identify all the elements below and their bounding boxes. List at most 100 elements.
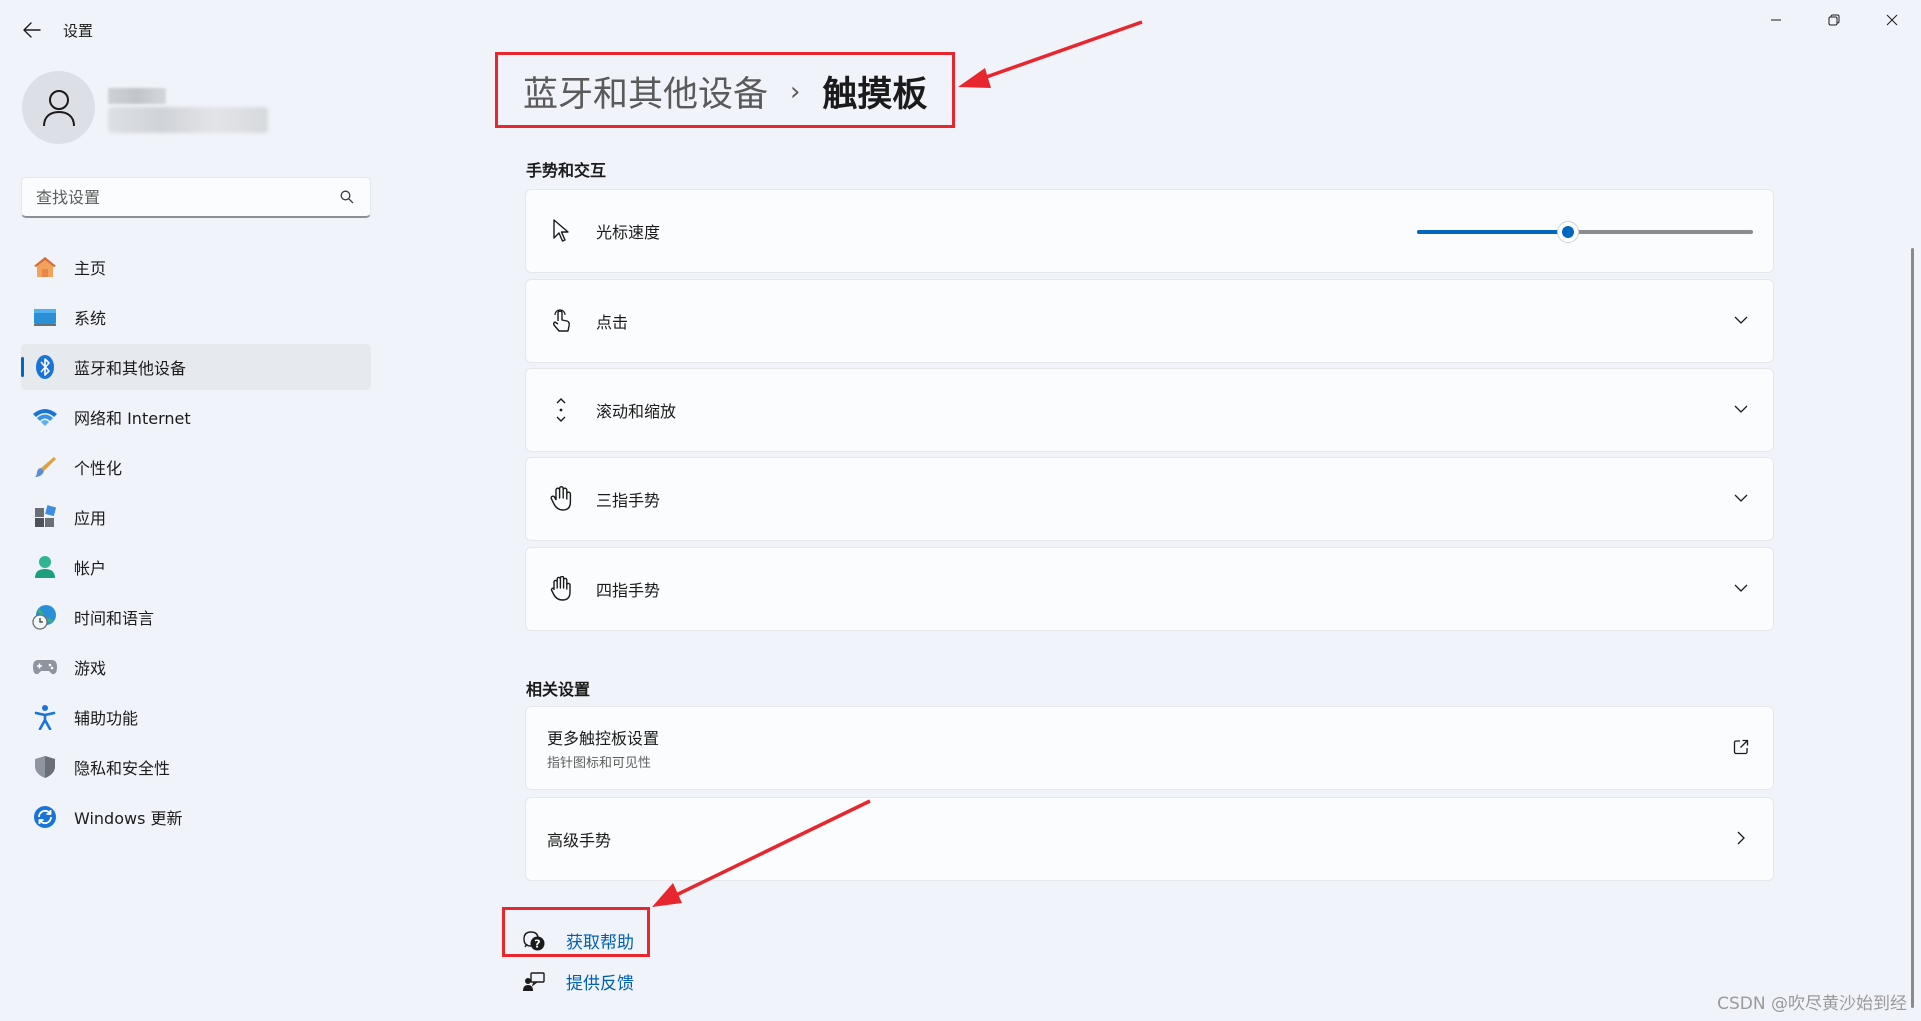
brush-icon bbox=[32, 454, 58, 480]
account-icon bbox=[32, 554, 58, 580]
chevron-right-icon bbox=[1731, 828, 1751, 848]
more-touchpad-settings-row[interactable]: 更多触控板设置 指针图标和可见性 bbox=[525, 706, 1774, 790]
four-finger-row[interactable]: 四指手势 bbox=[525, 547, 1774, 631]
three-finger-label: 三指手势 bbox=[596, 491, 661, 510]
help-links: ? 获取帮助 提供反馈 bbox=[522, 920, 634, 1002]
scroll-icon bbox=[548, 397, 574, 423]
sidebar-item-accessibility[interactable]: 辅助功能 bbox=[21, 694, 371, 740]
breadcrumb: 蓝牙和其他设备 › 触摸板 bbox=[523, 66, 927, 117]
sidebar-item-apps[interactable]: 应用 bbox=[21, 494, 371, 540]
section-title-related: 相关设置 bbox=[526, 680, 591, 699]
sidebar-item-system[interactable]: 系统 bbox=[21, 294, 371, 340]
sidebar-item-label: 蓝牙和其他设备 bbox=[74, 359, 187, 378]
breadcrumb-parent[interactable]: 蓝牙和其他设备 bbox=[523, 66, 768, 117]
page-title: 触摸板 bbox=[822, 75, 928, 115]
cursor-speed-slider[interactable] bbox=[1417, 221, 1753, 243]
sidebar-item-label: 网络和 Internet bbox=[74, 409, 191, 428]
svg-text:?: ? bbox=[534, 937, 540, 950]
search-icon[interactable] bbox=[338, 188, 356, 206]
breadcrumb-separator: › bbox=[790, 76, 801, 107]
sidebar-item-personalization[interactable]: 个性化 bbox=[21, 444, 371, 490]
accessibility-icon bbox=[32, 704, 58, 730]
advanced-gestures-row[interactable]: 高级手势 bbox=[525, 797, 1774, 881]
tap-label: 点击 bbox=[596, 313, 629, 332]
settings-window: 设置 主页 bbox=[0, 0, 1921, 1021]
sidebar-item-network[interactable]: 网络和 Internet bbox=[21, 394, 371, 440]
help-chat-icon: ? bbox=[522, 929, 546, 953]
cursor-speed-label: 光标速度 bbox=[596, 223, 661, 242]
slider-fill bbox=[1417, 230, 1568, 234]
update-icon bbox=[32, 804, 58, 830]
give-feedback-link[interactable]: 提供反馈 bbox=[522, 961, 634, 1002]
more-touchpad-title: 更多触控板设置 bbox=[547, 729, 660, 748]
scroll-zoom-label: 滚动和缩放 bbox=[596, 402, 677, 421]
back-arrow-icon bbox=[23, 22, 41, 38]
close-button[interactable] bbox=[1863, 0, 1921, 40]
get-help-label[interactable]: 获取帮助 bbox=[566, 928, 634, 953]
avatar[interactable] bbox=[22, 71, 95, 144]
watermark: CSDN @吹尽黄沙始到经 bbox=[1717, 994, 1907, 1014]
sidebar-item-privacy[interactable]: 隐私和安全性 bbox=[21, 744, 371, 790]
sidebar-item-label: 帐户 bbox=[74, 559, 107, 578]
scroll-zoom-row[interactable]: 滚动和缩放 bbox=[525, 368, 1774, 452]
minimize-button[interactable] bbox=[1747, 0, 1805, 40]
get-help-link[interactable]: ? 获取帮助 bbox=[522, 920, 634, 961]
three-finger-row[interactable]: 三指手势 bbox=[525, 457, 1774, 541]
tap-icon bbox=[548, 308, 574, 334]
sidebar-item-time-language[interactable]: 时间和语言 bbox=[21, 594, 371, 640]
advanced-gestures-title: 高级手势 bbox=[547, 831, 612, 850]
tap-row[interactable]: 点击 bbox=[525, 279, 1774, 363]
cursor-icon bbox=[548, 218, 574, 244]
sidebar-item-label: 个性化 bbox=[74, 459, 123, 478]
user-icon bbox=[42, 89, 75, 126]
home-icon bbox=[32, 254, 58, 280]
chevron-down-icon bbox=[1731, 310, 1751, 330]
sidebar-item-label: 系统 bbox=[74, 309, 107, 328]
more-touchpad-text: 更多触控板设置 指针图标和可见性 bbox=[547, 725, 659, 771]
shield-icon bbox=[32, 754, 58, 780]
sidebar-item-accounts[interactable]: 帐户 bbox=[21, 544, 371, 590]
system-icon bbox=[32, 304, 58, 330]
search-box[interactable] bbox=[21, 177, 371, 218]
sidebar-item-label: 主页 bbox=[74, 259, 107, 278]
search-input[interactable] bbox=[36, 187, 338, 207]
sidebar-item-label: Windows 更新 bbox=[74, 809, 183, 828]
sidebar-item-label: 辅助功能 bbox=[74, 709, 139, 728]
chevron-down-icon bbox=[1731, 399, 1751, 419]
section-title-gestures: 手势和交互 bbox=[526, 161, 607, 180]
four-finger-label: 四指手势 bbox=[596, 581, 661, 600]
hand-three-icon bbox=[548, 486, 574, 512]
title-bar: 设置 bbox=[0, 0, 1921, 60]
sidebar-nav: 主页 系统 蓝牙和其他设备 网络和 Internet 个性化 应用 帐户 时间和… bbox=[21, 244, 371, 844]
globe-clock-icon bbox=[32, 604, 58, 630]
minimize-icon bbox=[1771, 19, 1781, 21]
wifi-icon bbox=[32, 404, 58, 430]
slider-thumb[interactable] bbox=[1557, 221, 1579, 243]
user-name-redacted bbox=[108, 88, 166, 104]
cursor-speed-row: 光标速度 bbox=[525, 189, 1774, 273]
sidebar-item-label: 时间和语言 bbox=[74, 609, 155, 628]
sidebar-item-bluetooth[interactable]: 蓝牙和其他设备 bbox=[21, 344, 371, 390]
sidebar-item-label: 应用 bbox=[74, 509, 107, 528]
window-controls bbox=[1747, 0, 1921, 40]
sidebar-item-label: 游戏 bbox=[74, 659, 107, 678]
vertical-scrollbar[interactable] bbox=[1911, 248, 1914, 1008]
bluetooth-icon bbox=[32, 354, 58, 380]
give-feedback-label[interactable]: 提供反馈 bbox=[566, 969, 634, 994]
close-icon bbox=[1886, 14, 1898, 26]
feedback-icon bbox=[522, 970, 546, 994]
sidebar-item-gaming[interactable]: 游戏 bbox=[21, 644, 371, 690]
external-link-icon bbox=[1731, 737, 1751, 757]
restore-button[interactable] bbox=[1805, 0, 1863, 40]
user-email-redacted bbox=[108, 107, 268, 133]
restore-icon bbox=[1828, 14, 1840, 26]
gamepad-icon bbox=[32, 654, 58, 680]
sidebar-item-home[interactable]: 主页 bbox=[21, 244, 371, 290]
chevron-down-icon bbox=[1731, 578, 1751, 598]
apps-icon bbox=[32, 504, 58, 530]
more-touchpad-subtitle: 指针图标和可见性 bbox=[547, 756, 652, 771]
chevron-down-icon bbox=[1731, 488, 1751, 508]
app-title: 设置 bbox=[63, 22, 94, 40]
sidebar-item-windows-update[interactable]: Windows 更新 bbox=[21, 794, 371, 840]
back-button[interactable] bbox=[18, 16, 46, 44]
